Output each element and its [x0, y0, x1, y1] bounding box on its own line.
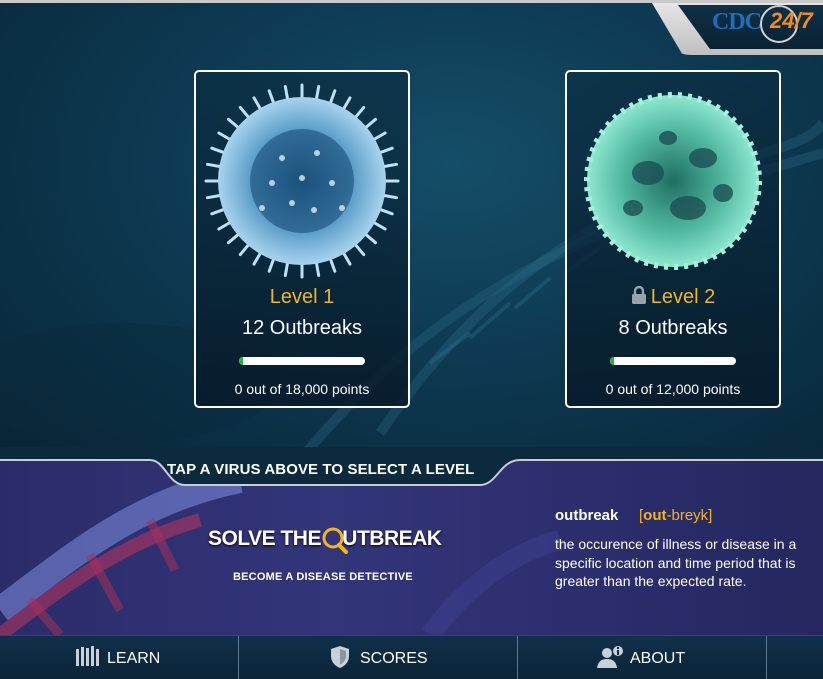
- level-2-card[interactable]: Level 2 8 Outbreaks 0 out of 12,000 poin…: [565, 70, 781, 408]
- solve-logo-right: UTBREAK: [342, 527, 442, 550]
- nav-about-label: ABOUT: [630, 650, 686, 667]
- level-2-title: Level 2: [567, 286, 779, 309]
- nav-scores[interactable]: SCORES: [239, 636, 517, 679]
- virus-spike: [217, 220, 233, 231]
- level-1-card[interactable]: Level 1 12 Outbreaks 0 out of 18,000 poi…: [194, 70, 410, 408]
- virus-spike: [381, 162, 399, 169]
- virus-spike: [377, 146, 394, 155]
- level-1-progress-fill: [239, 357, 243, 365]
- nav-divider: [766, 636, 767, 679]
- virus-spike: [314, 84, 321, 102]
- library-books-icon: [76, 646, 99, 666]
- green-virus-icon: [584, 92, 762, 270]
- virus-spike: [371, 220, 387, 231]
- virus-spike: [314, 260, 321, 278]
- nav-learn[interactable]: LEARN: [0, 636, 238, 679]
- virus-spike: [283, 260, 290, 278]
- user-info-icon: [597, 646, 623, 668]
- virus-spike: [252, 96, 263, 112]
- bottom-nav: LEARN SCORES ABOUT: [0, 635, 823, 679]
- shield-icon: [331, 646, 349, 668]
- virus-spike: [252, 250, 263, 266]
- definition-line: the occurence of illness or disease in a: [555, 536, 797, 552]
- virus-spike: [205, 162, 223, 169]
- glossary-pronunciation: [out-breyk]: [639, 507, 712, 524]
- cdc-247-logo: 24/7: [770, 8, 813, 33]
- virus-spike: [363, 117, 378, 130]
- glossary-term: outbreak: [555, 507, 619, 524]
- virus-spike: [341, 250, 352, 266]
- virus-spike: [238, 242, 251, 257]
- virus-spike: [341, 96, 352, 112]
- virus-spike: [217, 131, 233, 142]
- level-1-title: Level 1: [269, 286, 335, 308]
- lock-icon: [631, 286, 646, 304]
- virus-spike: [381, 193, 399, 200]
- level-2-points: 0 out of 12,000 points: [605, 381, 741, 397]
- level-1-progress-bar: [239, 357, 365, 365]
- virus-spike: [210, 207, 227, 216]
- virus-spike: [267, 256, 276, 273]
- level-1-outbreak-count: 12 Outbreaks: [241, 317, 363, 339]
- virus-spike: [371, 131, 387, 142]
- level-2-title-text: Level 2: [650, 286, 716, 308]
- nav-learn-label: LEARN: [107, 650, 161, 667]
- virus-spike: [363, 232, 378, 245]
- level-2-progress-bar: [610, 357, 736, 365]
- nav-scores-label: SCORES: [360, 650, 428, 667]
- virus-spike: [210, 146, 227, 155]
- virus-spike: [267, 89, 276, 106]
- virus-spike: [328, 89, 337, 106]
- virus-spike: [353, 105, 366, 120]
- pron-stressed: out: [643, 507, 667, 524]
- pron-rest: -breyk]: [666, 507, 713, 524]
- nav-about[interactable]: ABOUT: [518, 636, 766, 679]
- virus-spike: [283, 84, 290, 102]
- virus-spike: [353, 242, 366, 257]
- level-1-points: 0 out of 18,000 points: [234, 381, 370, 397]
- solve-logo-left: SOLVE THE: [208, 527, 327, 550]
- definition-line: greater than the expected rate.: [555, 573, 747, 589]
- level-2-progress-fill: [610, 357, 614, 365]
- level-2-outbreak-count: 8 Outbreaks: [618, 317, 728, 339]
- virus-spike: [205, 193, 223, 200]
- virus-spike: [328, 256, 337, 273]
- solve-tagline: BECOME A DISEASE DETECTIVE: [233, 571, 413, 583]
- virus-spike: [226, 117, 241, 130]
- glossary-definition: the occurence of illness or disease in a…: [555, 535, 823, 595]
- virus-spike: [238, 105, 251, 120]
- virus-spike: [226, 232, 241, 245]
- magnifier-icon: [322, 527, 348, 554]
- blue-virus-icon: [204, 83, 400, 279]
- definition-line: specific location and time period that i…: [555, 554, 796, 571]
- cdc-logo: CDC: [712, 9, 762, 35]
- instruction-text: TAP A VIRUS ABOVE TO SELECT A LEVEL: [167, 461, 475, 478]
- virus-spike: [377, 207, 394, 216]
